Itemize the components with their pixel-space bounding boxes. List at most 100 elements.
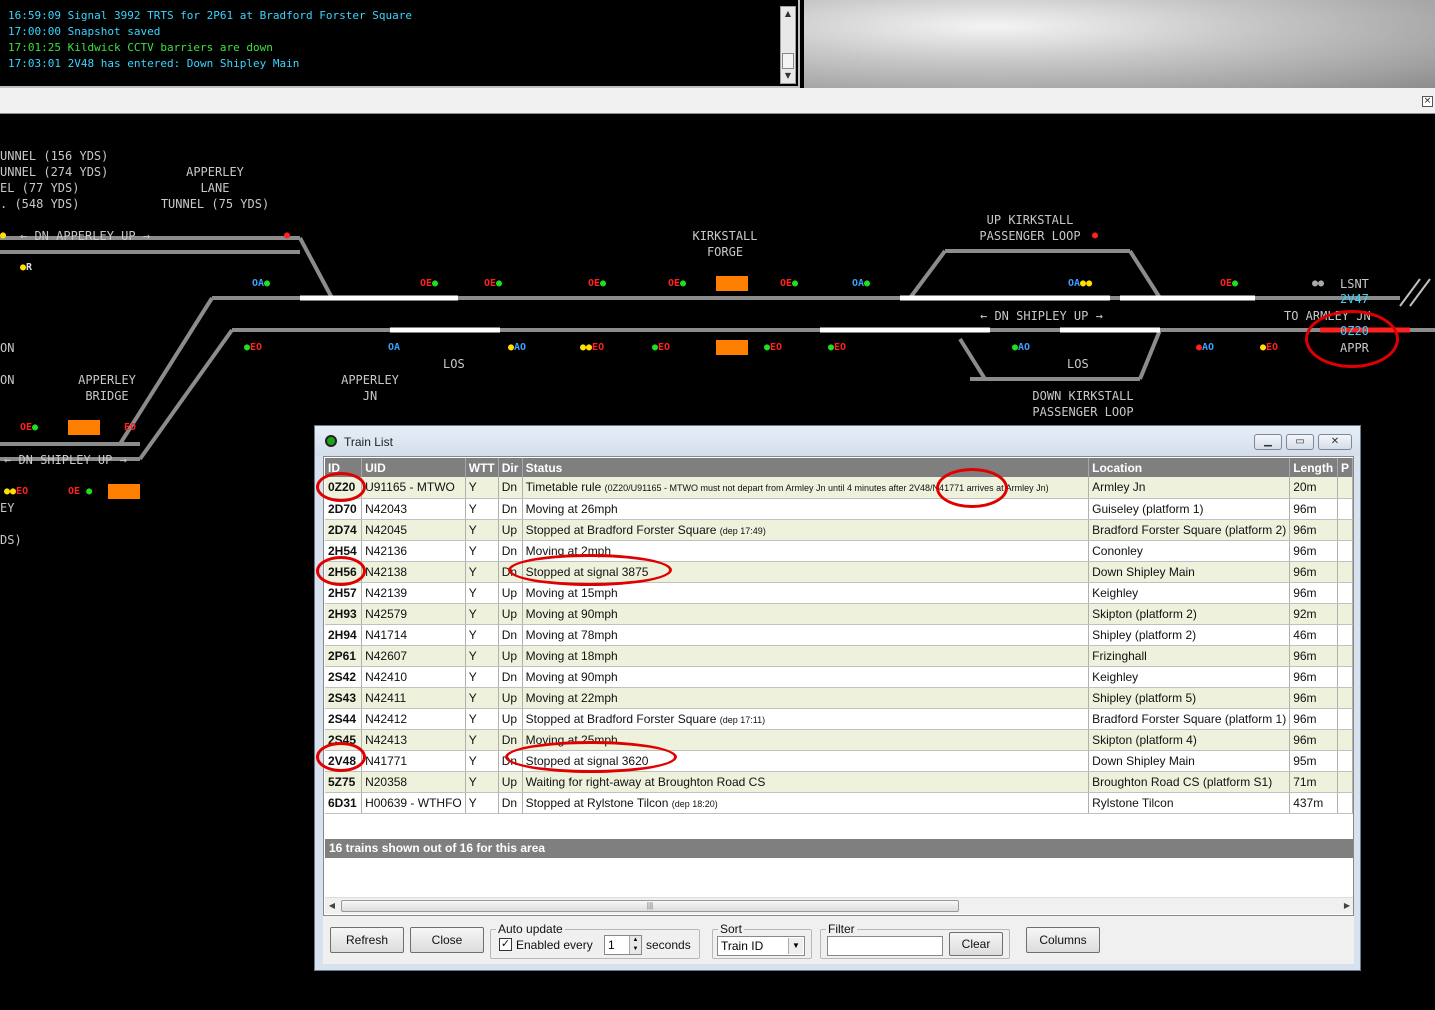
close-button[interactable]: Close [410,927,484,953]
signal-icon[interactable]: OE● [588,278,606,290]
signal-icon[interactable]: ●EO [244,342,262,354]
signal-icon[interactable]: ●●EO [580,342,604,354]
signal-icon[interactable]: ● [284,230,290,242]
signal-icon[interactable]: ●EO [764,342,782,354]
close-panel-icon[interactable]: × [1422,96,1433,107]
status-text: Timetable rule [525,480,602,495]
cell-wtt: Y [465,645,499,667]
signal-icon[interactable]: OE● [420,278,438,290]
spin-up-icon[interactable]: ▲ [629,936,641,945]
window-titlebar[interactable]: Train List ▁ ▭ ✕ [315,426,1360,456]
cell-dir: Up [498,519,523,541]
table-row[interactable]: 2S44 N42412 Y Up Stopped at Bradford Forster… [325,708,1353,730]
table-row[interactable]: 2P61 N42607 Y Up Moving at 18mph Frizinghall 9… [325,645,1353,667]
horizontal-scrollbar[interactable]: ◀ ||| ▶ [325,897,1353,914]
scroll-right-icon[interactable]: ▶ [1340,898,1353,914]
signal-icon[interactable]: OE● [20,422,38,434]
cell-uid: U91165 - MTWO [361,477,466,499]
scroll-up-icon[interactable]: ▲ [781,7,795,21]
cell-location: Cononley [1088,540,1291,562]
log-scrollbar[interactable]: ▲ ▼ [780,6,796,84]
cell-id: 2H57 [325,582,363,604]
signal-icon[interactable]: ●R [20,262,32,274]
table-row[interactable]: 2S45 N42413 Y Dn Moving at 25mph Skipton (pla… [325,729,1353,751]
interval-value: 1 [608,938,615,952]
maximize-icon[interactable]: ▭ [1286,434,1314,450]
cell-length: 96m [1289,582,1338,604]
interval-stepper[interactable]: 1 ▲ ▼ [604,935,642,955]
cell-id: 2S45 [325,729,363,751]
signal-icon[interactable]: OA [388,342,400,354]
column-header-wtt[interactable]: WTT [465,458,499,477]
signal-icon[interactable]: ●AO [508,342,526,354]
table-row[interactable]: 2H57 N42139 Y Up Moving at 15mph Keighley 96m [325,582,1353,604]
signal-icon[interactable]: OE● [668,278,686,290]
column-header-location[interactable]: Location [1088,458,1291,477]
filter-input[interactable] [827,936,943,956]
signal-icon[interactable]: OA● [252,278,270,290]
table-row[interactable]: 2H54 N42136 Y Dn Moving at 2mph Cononley 96m [325,540,1353,562]
minimize-icon[interactable]: ▁ [1254,434,1282,450]
signal-icon[interactable]: OE ● [68,486,92,498]
scroll-thumb[interactable]: ||| [341,900,959,912]
cell-wtt: Y [465,477,499,499]
column-header-dir[interactable]: Dir [498,458,523,477]
signal-icon[interactable]: ● [0,230,6,242]
cell-dir: Up [498,687,523,709]
column-header-uid[interactable]: UID [361,458,466,477]
auto-update-group: Auto update ✓ Enabled every 1 ▲ ▼ second… [490,923,700,959]
table-row[interactable]: 2S42 N42410 Y Dn Moving at 90mph Keighley 96m [325,666,1353,688]
table-row[interactable]: 2H94 N41714 Y Dn Moving at 78mph Shipley (pla… [325,624,1353,646]
signal-icon[interactable]: OE● [484,278,502,290]
signal-icon[interactable]: ●●EO [4,486,28,498]
spin-down-icon[interactable]: ▼ [629,945,641,954]
auto-update-checkbox[interactable]: ✓ [499,938,512,951]
signal-icon[interactable]: ●EO [652,342,670,354]
table-row[interactable]: 2D74 N42045 Y Up Stopped at Bradford Forster… [325,519,1353,541]
table-row[interactable]: 2H56 N42138 Y Dn Stopped at signal 3875 Down … [325,561,1353,583]
scroll-left-icon[interactable]: ◀ [325,898,339,914]
train-berth-2v47[interactable]: 2V47 [1340,292,1369,306]
scroll-down-icon[interactable]: ▼ [781,69,795,83]
cell-uid: N42579 [361,603,466,625]
partial-label: EY [0,501,15,515]
signal-icon[interactable]: ● [1092,230,1098,242]
clear-button[interactable]: Clear [949,932,1003,956]
table-row[interactable]: 6D31 H00639 - WTHFO Y Dn Stopped at Rylstone… [325,792,1353,814]
cell-length: 20m [1289,477,1338,499]
signal-icon[interactable]: EO [124,422,136,434]
column-header-length[interactable]: Length [1289,458,1338,477]
cell-length: 96m [1289,666,1338,688]
signal-icon[interactable]: OA● [852,278,870,290]
signal-icon[interactable]: ●AO [1012,342,1030,354]
table-row[interactable]: 5Z75 N20358 Y Up Waiting for right-away at B… [325,771,1353,793]
close-icon[interactable]: ✕ [1318,434,1352,450]
signal-icon[interactable]: ●● [1312,278,1324,290]
signal-icon[interactable]: ●EO [1260,342,1278,354]
train-berth-0z20[interactable]: 0Z20 [1340,324,1369,338]
signal-icon[interactable]: OE● [780,278,798,290]
table-row[interactable]: 2V48 N41771 Y Dn Stopped at signal 3620 Down … [325,750,1353,772]
cell-status: Moving at 78mph [522,624,1090,646]
table-row[interactable]: 0Z20 U91165 - MTWO Y Dn Timetable rule (0Z20… [325,477,1353,499]
chevron-down-icon[interactable]: ▼ [788,938,803,954]
columns-button[interactable]: Columns [1026,927,1100,953]
column-header-status[interactable]: Status [522,458,1090,477]
table-row[interactable]: 2H93 N42579 Y Up Moving at 90mph Skipton (pla… [325,603,1353,625]
refresh-button[interactable]: Refresh [330,927,404,953]
signal-icon[interactable]: OE● [1220,278,1238,290]
cell-wtt: Y [465,561,499,583]
scroll-thumb[interactable] [782,53,794,69]
column-header-id[interactable]: ID [325,458,363,477]
cell-wtt: Y [465,750,499,772]
cell-dir: Up [498,582,523,604]
table-row[interactable]: 2D70 N42043 Y Dn Moving at 26mph Guiseley (pl… [325,498,1353,520]
signal-icon[interactable]: ●AO [1196,342,1214,354]
sort-select[interactable]: Train ID ▼ [717,936,805,956]
cell-p [1337,540,1353,562]
table-row[interactable]: 2S43 N42411 Y Up Moving at 22mph Shipley (pla… [325,687,1353,709]
signal-icon[interactable]: ●EO [828,342,846,354]
cell-length: 96m [1289,519,1338,541]
column-header-p[interactable]: P [1337,458,1353,477]
signal-icon[interactable]: OA●● [1068,278,1092,290]
